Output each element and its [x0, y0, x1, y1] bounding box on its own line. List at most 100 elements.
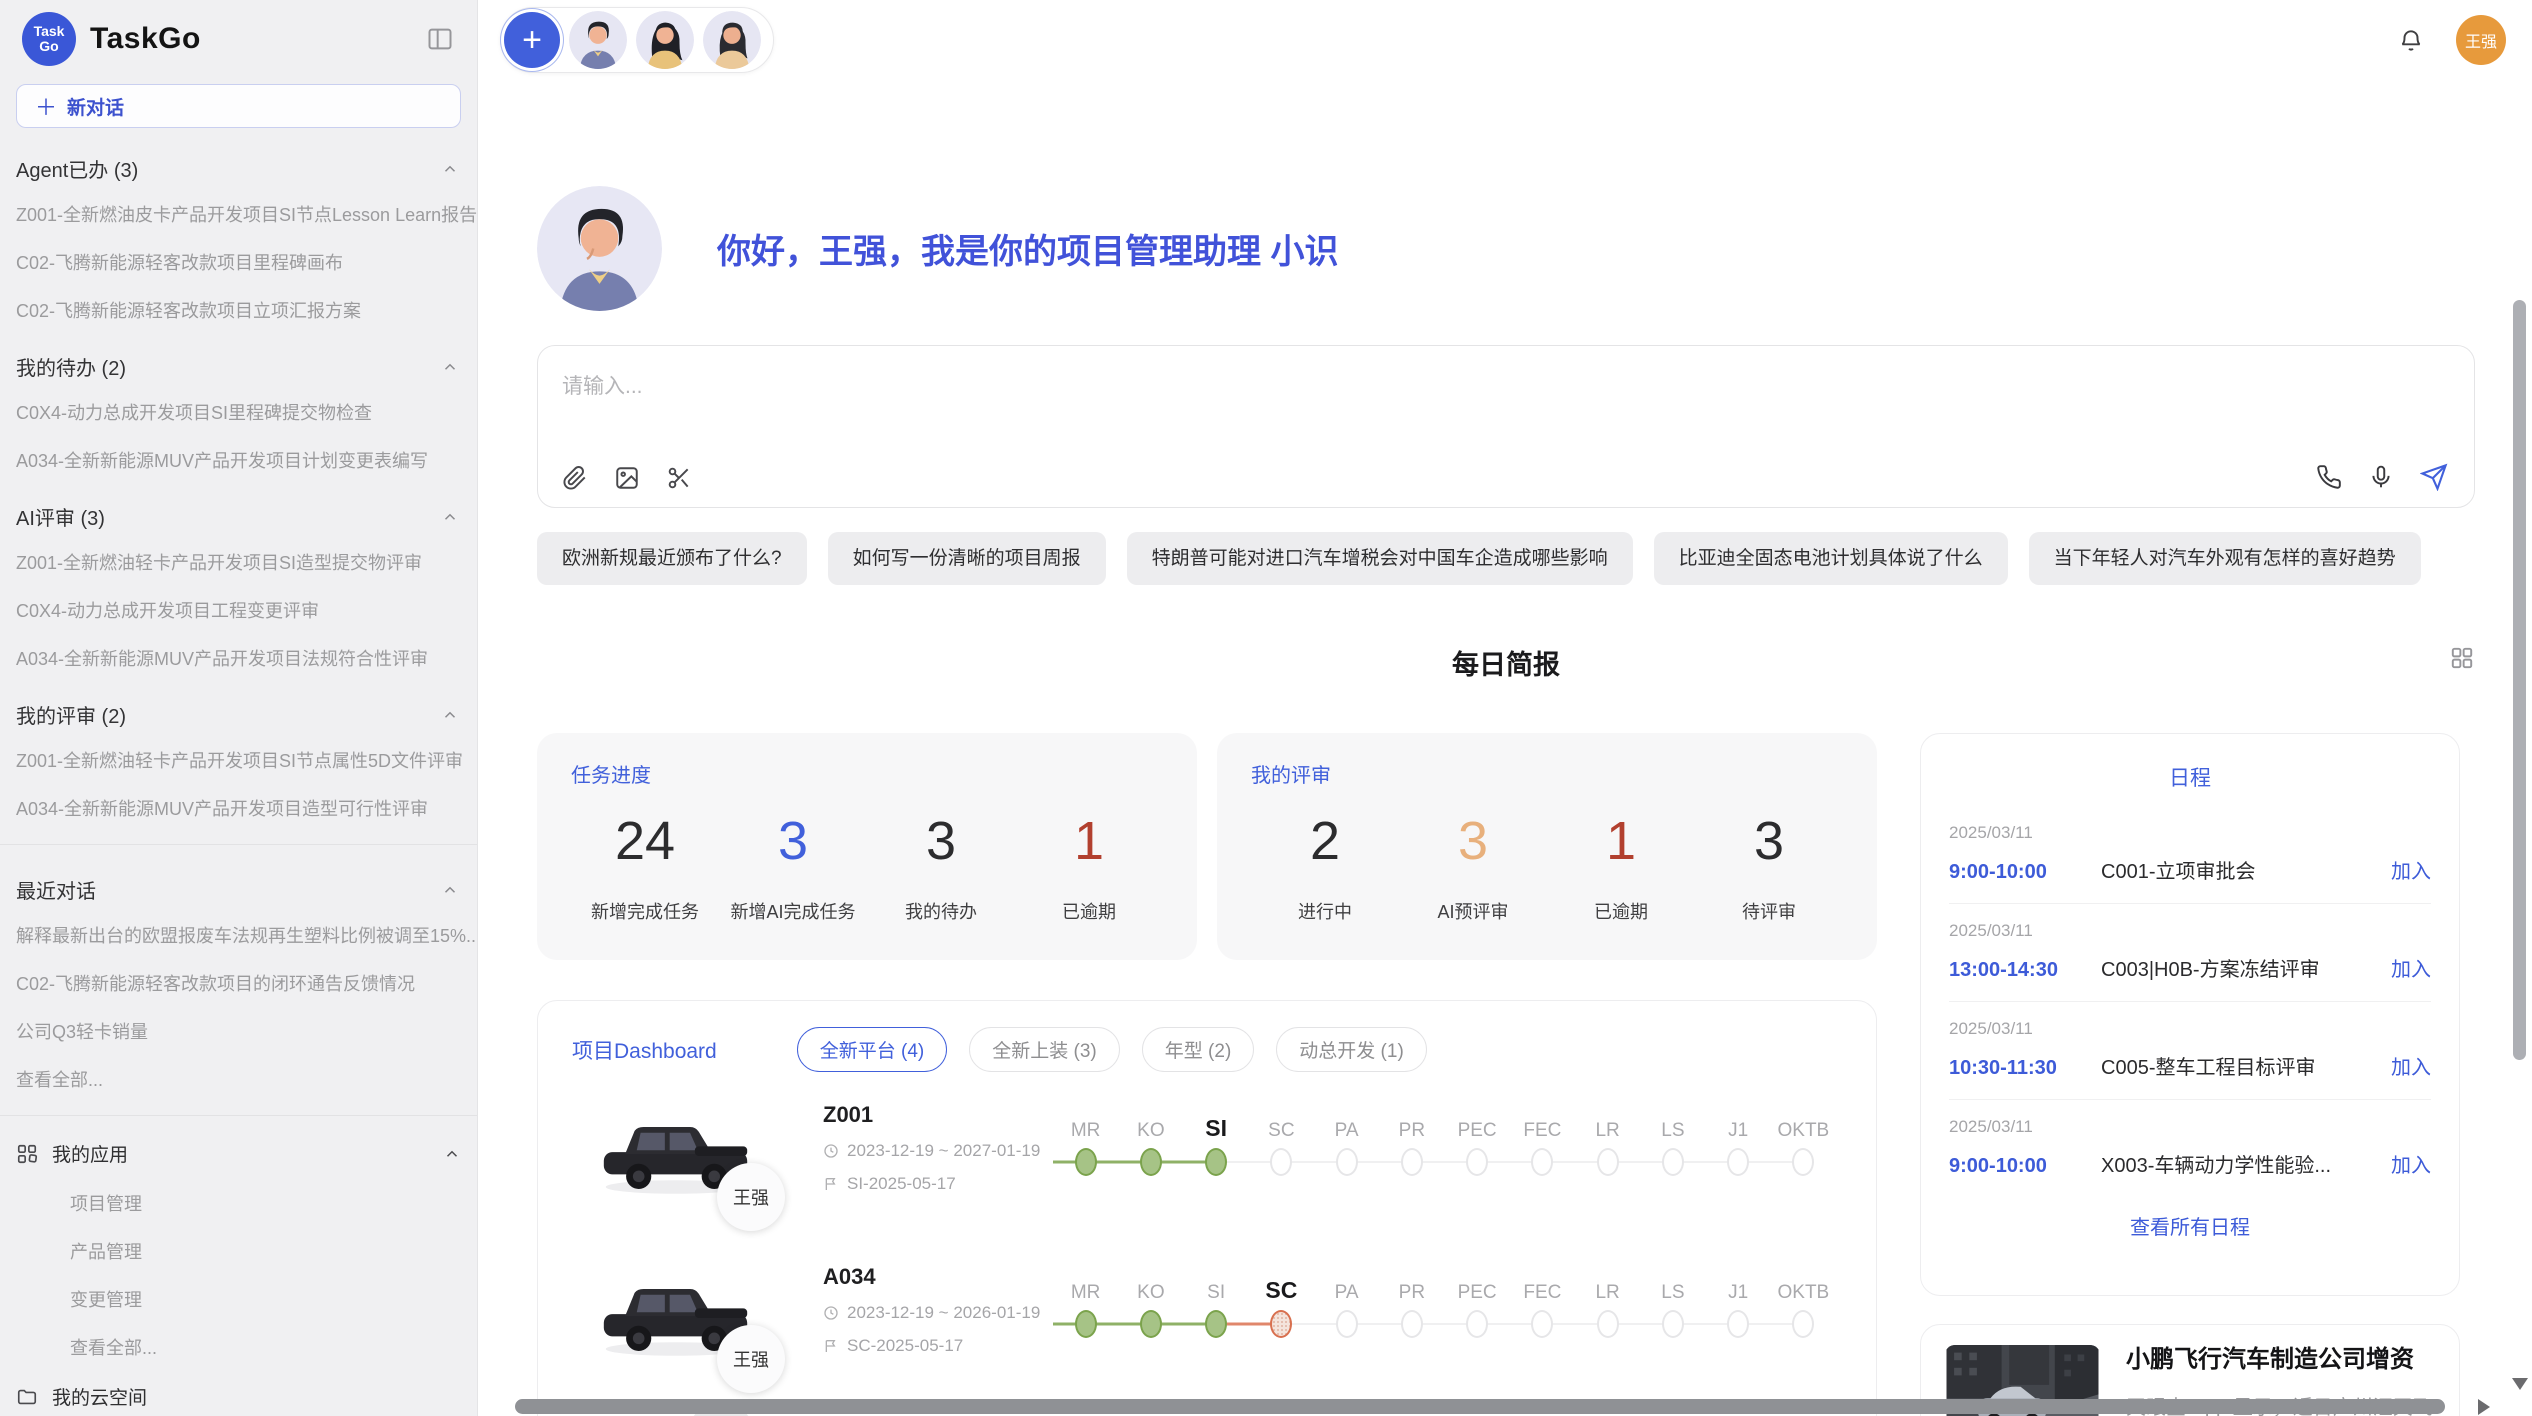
- card-title: 任务进度: [571, 759, 1163, 788]
- section-header-my-review[interactable]: 我的评审 (2): [0, 682, 477, 736]
- suggestion-chip[interactable]: 欧洲新规最近颁布了什么?: [537, 532, 807, 585]
- sidebar-item[interactable]: C02-飞腾新能源轻客改款项目立项汇报方案: [0, 286, 477, 334]
- layout-grid-icon[interactable]: [2449, 645, 2475, 676]
- milestone-node-row: [1249, 1142, 1314, 1182]
- app-sub-item[interactable]: 变更管理: [0, 1275, 477, 1323]
- milestone-label: KO: [1118, 1268, 1183, 1304]
- join-link[interactable]: 加入: [2391, 855, 2431, 884]
- project-owner-badge: 王强: [717, 1325, 785, 1393]
- milestone-node: [1140, 1148, 1162, 1176]
- message-input[interactable]: [538, 346, 2474, 438]
- divider: [0, 844, 477, 845]
- suggestion-chip[interactable]: 比亚迪全固态电池计划具体说了什么: [1654, 532, 2008, 585]
- sidebar-item[interactable]: 解释最新出台的欧盟报废车法规再生塑料比例被调至15%...: [0, 911, 477, 959]
- project-row-a034[interactable]: 王强 A034 2023-12-19 ~ 2026-01-19 SC-2025-…: [538, 1234, 1876, 1396]
- section-items: 解释最新出台的欧盟报废车法规再生塑料比例被调至15%...C02-飞腾新能源轻客…: [0, 911, 477, 1055]
- mic-icon[interactable]: [2368, 464, 2394, 490]
- sidebar-item[interactable]: Z001-全新燃油皮卡产品开发项目SI节点Lesson Learn报告: [0, 190, 477, 238]
- avatar-illustration: [636, 11, 694, 69]
- suggestion-chip[interactable]: 当下年轻人对汽车外观有怎样的喜好趋势: [2029, 532, 2421, 585]
- dashboard-filter-pill[interactable]: 全新上装 (3): [969, 1027, 1120, 1072]
- section-header-recent[interactable]: 最近对话: [0, 857, 477, 911]
- avatar-illustration: [703, 11, 761, 69]
- send-icon[interactable]: [2420, 463, 2448, 491]
- dashboard-filter-pill[interactable]: 年型 (2): [1142, 1027, 1255, 1072]
- project-thumbnail: 王强: [598, 1264, 753, 1372]
- app-sub-item[interactable]: 查看全部...: [0, 1323, 477, 1371]
- dashboard-filter-pill[interactable]: 全新平台 (4): [797, 1027, 948, 1072]
- join-link[interactable]: 加入: [2391, 953, 2431, 982]
- section-header-my-todo[interactable]: 我的待办 (2): [0, 334, 477, 388]
- sidebar-item-cloud-space[interactable]: 我的云空间: [0, 1371, 477, 1416]
- sidebar-item[interactable]: C02-飞腾新能源轻客改款项目的闭环通告反馈情况: [0, 959, 477, 1007]
- milestone-label: OKTB: [1771, 1268, 1836, 1304]
- vertical-scrollbar[interactable]: [2513, 300, 2526, 1060]
- agent-avatar-1[interactable]: [569, 11, 627, 69]
- bell-icon[interactable]: [2398, 27, 2424, 53]
- suggestion-chip[interactable]: 特朗普可能对进口汽车增税会对中国车企造成哪些影响: [1127, 532, 1633, 585]
- add-agent-button[interactable]: +: [504, 12, 560, 68]
- phone-icon[interactable]: [2316, 464, 2342, 490]
- sidebar-item[interactable]: Z001-全新燃油轻卡产品开发项目SI节点属性5D文件评审: [0, 736, 477, 784]
- card-title: 我的评审: [1251, 759, 1843, 788]
- sidebar-item[interactable]: 公司Q3轻卡销量: [0, 1007, 477, 1055]
- cloud-space-label: 我的云空间: [52, 1383, 147, 1410]
- sidebar-item[interactable]: Z001-全新燃油轻卡产品开发项目SI造型提交物评审: [0, 538, 477, 586]
- section-header-agent-done[interactable]: Agent已办 (3): [0, 136, 477, 190]
- recent-view-all[interactable]: 查看全部...: [0, 1055, 477, 1103]
- sidebar-item[interactable]: A034-全新新能源MUV产品开发项目造型可行性评审: [0, 784, 477, 832]
- sidebar-section-recent: 最近对话 解释最新出台的欧盟报废车法规再生塑料比例被调至15%...C02-飞腾…: [0, 857, 477, 1103]
- milestone-label: PEC: [1445, 1268, 1510, 1304]
- milestone-label: SC: [1249, 1106, 1314, 1142]
- task-progress-card: 任务进度 24 新增完成任务 3 新增AI: [537, 733, 1197, 960]
- sidebar-item[interactable]: C0X4-动力总成开发项目SI里程碑提交物检查: [0, 388, 477, 436]
- main-area: + 王强 你好，王强，我是你的: [478, 0, 2532, 1416]
- sidebar-collapse-icon[interactable]: [425, 25, 455, 53]
- milestone-label: SI: [1184, 1106, 1249, 1142]
- milestone: OKTB: [1771, 1106, 1836, 1182]
- app-sub-item[interactable]: 项目管理: [0, 1179, 477, 1227]
- agent-avatar-2[interactable]: [636, 11, 694, 69]
- project-code: A034: [823, 1264, 1053, 1290]
- composer-right-icons: [2316, 463, 2448, 491]
- sidebar-item[interactable]: C0X4-动力总成开发项目工程变更评审: [0, 586, 477, 634]
- sidebar-item[interactable]: C02-飞腾新能源轻客改款项目里程碑画布: [0, 238, 477, 286]
- milestone-node: [1662, 1148, 1684, 1176]
- milestone-note: SC-2025-05-17: [847, 1336, 963, 1356]
- join-link[interactable]: 加入: [2391, 1149, 2431, 1178]
- section-title: Agent已办 (3): [16, 154, 138, 183]
- sidebar-item-my-apps[interactable]: 我的应用: [0, 1128, 477, 1179]
- horizontal-scrollbar[interactable]: [515, 1399, 2445, 1414]
- scroll-right-arrow-icon[interactable]: [2478, 1399, 2490, 1415]
- user-avatar[interactable]: 王强: [2456, 15, 2506, 65]
- join-link[interactable]: 加入: [2391, 1051, 2431, 1080]
- sidebar-item[interactable]: A034-全新新能源MUV产品开发项目计划变更表编写: [0, 436, 477, 484]
- stat-item: 3 AI预评审: [1399, 810, 1547, 924]
- milestone-node-row: [1575, 1304, 1640, 1344]
- scroll-down-arrow-icon[interactable]: [2512, 1378, 2528, 1390]
- scissors-icon[interactable]: [666, 465, 692, 491]
- app-sub-item[interactable]: 产品管理: [0, 1227, 477, 1275]
- date-range: 2023-12-19 ~ 2026-01-19: [847, 1303, 1040, 1323]
- view-all-schedule-link[interactable]: 查看所有日程: [1949, 1211, 2431, 1240]
- new-chat-button[interactable]: ＋ 新对话: [16, 84, 461, 128]
- section-header-ai-review[interactable]: AI评审 (3): [0, 484, 477, 538]
- stat-value: 3: [1754, 810, 1784, 872]
- project-milestone-note: SI-2025-05-17: [823, 1174, 1053, 1194]
- milestone-node-row: [1640, 1142, 1705, 1182]
- agent-avatar-3[interactable]: [703, 11, 761, 69]
- sidebar-item[interactable]: A034-全新新能源MUV产品开发项目法规符合性评审: [0, 634, 477, 682]
- section-items: Z001-全新燃油轻卡产品开发项目SI节点属性5D文件评审A034-全新新能源M…: [0, 736, 477, 832]
- dashboard-filter-pill[interactable]: 动总开发 (1): [1276, 1027, 1427, 1072]
- sidebar-section-ai-review: AI评审 (3) Z001-全新燃油轻卡产品开发项目SI造型提交物评审C0X4-…: [0, 484, 477, 682]
- sidebar-section-agent-done: Agent已办 (3) Z001-全新燃油皮卡产品开发项目SI节点Lesson …: [0, 136, 477, 334]
- stats-row: 任务进度 24 新增完成任务 3 新增AI: [537, 733, 1877, 960]
- project-row-z001[interactable]: 王强 Z001 2023-12-19 ~ 2027-01-19 SI-2025-…: [538, 1072, 1876, 1234]
- stat-label: 待评审: [1742, 898, 1796, 924]
- folder-icon: [16, 1386, 38, 1408]
- plus-icon: ＋: [35, 90, 57, 122]
- image-icon[interactable]: [614, 465, 640, 491]
- suggestion-chip[interactable]: 如何写一份清晰的项目周报: [828, 532, 1106, 585]
- sidebar: Task Go TaskGo ＋ 新对话 Agent已办 (3) Z001-全新…: [0, 0, 478, 1416]
- paperclip-icon[interactable]: [562, 465, 588, 491]
